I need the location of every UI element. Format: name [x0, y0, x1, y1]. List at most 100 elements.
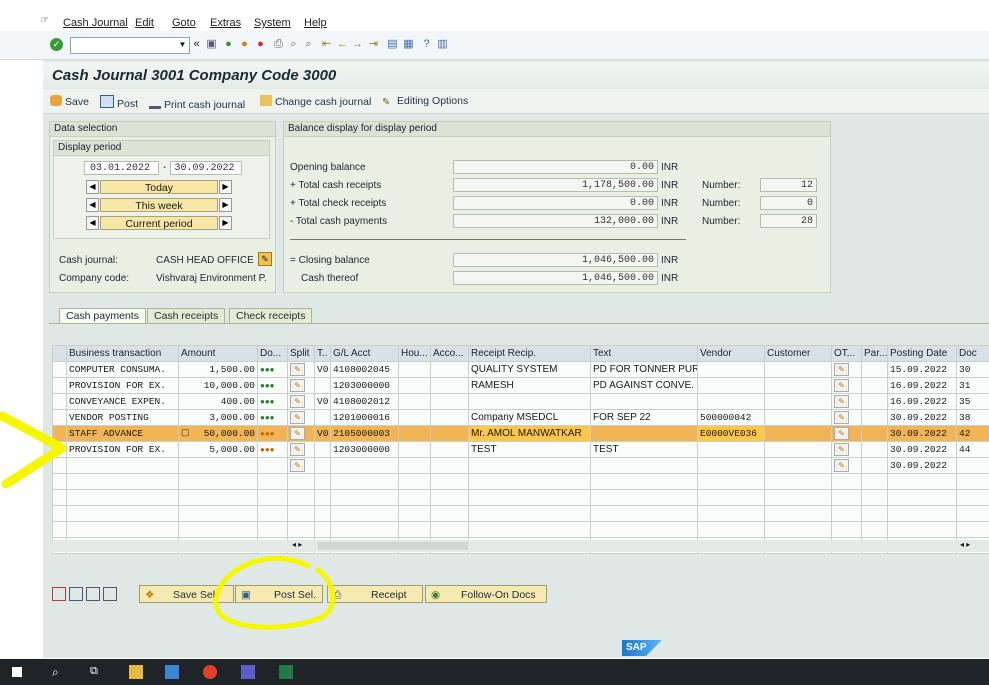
empty-cell[interactable] [52, 521, 67, 538]
delete-row-icon[interactable] [103, 587, 117, 601]
document-status-cell[interactable]: ●●● [257, 441, 288, 458]
tax-code-cell[interactable] [314, 377, 331, 394]
gl-account-cell[interactable]: 1203000000 [330, 377, 399, 394]
house-bank-cell[interactable] [398, 393, 431, 410]
split-icon[interactable]: ✎ [290, 459, 305, 472]
empty-cell[interactable] [178, 505, 258, 522]
period-from-field[interactable]: 03.01.2022 [84, 161, 159, 175]
chrome-icon[interactable] [203, 665, 217, 679]
account-cell[interactable] [430, 409, 469, 426]
text-cell[interactable]: FOR SEP 22 [590, 409, 698, 426]
exit-icon[interactable]: ● [238, 38, 251, 51]
table-row[interactable]: CONVEYANCE EXPEN. 400.00 ●●● ✎ V0 4108002012 ✎… [52, 393, 989, 410]
one-time-cell[interactable]: ✎ [831, 361, 862, 378]
empty-cell[interactable] [314, 505, 331, 522]
receipt-recipient-cell[interactable]: TEST [468, 441, 591, 458]
document-status-cell[interactable]: ●●● [257, 361, 288, 378]
col-account[interactable]: Acco... [430, 345, 469, 362]
amount-cell[interactable]: 10,000.00 [178, 377, 258, 394]
menu-extras[interactable]: Extras [210, 17, 241, 29]
empty-cell[interactable] [468, 505, 591, 522]
change-cash-journal-button[interactable]: Change cash journal [260, 95, 371, 108]
account-cell[interactable] [430, 457, 469, 474]
history-back-icon[interactable]: « [190, 38, 203, 51]
row-selector-cell[interactable] [52, 361, 67, 378]
empty-cell[interactable] [697, 489, 765, 506]
empty-cell[interactable] [430, 505, 469, 522]
gl-account-cell[interactable]: 2105000003 [330, 425, 399, 442]
text-cell[interactable]: TEST [590, 441, 698, 458]
empty-cell[interactable] [956, 505, 989, 522]
col-house-bank[interactable]: Hou... [398, 345, 431, 362]
empty-cell[interactable] [330, 521, 399, 538]
empty-cell[interactable] [66, 521, 179, 538]
empty-cell[interactable] [314, 521, 331, 538]
split-icon[interactable]: ✎ [290, 379, 305, 392]
split-cell[interactable]: ✎ [287, 361, 315, 378]
deselect-all-icon[interactable] [69, 587, 83, 601]
post-button[interactable]: Post [100, 95, 138, 110]
select-all-icon[interactable] [52, 587, 66, 601]
empty-cell[interactable] [66, 505, 179, 522]
empty-cell[interactable] [831, 489, 862, 506]
amount-cell[interactable]: 1,500.00 [178, 361, 258, 378]
amount-cell[interactable]: ▢ 50,000.00 [178, 425, 258, 442]
empty-cell[interactable] [590, 521, 698, 538]
empty-cell[interactable] [330, 489, 399, 506]
receipt-recipient-cell[interactable]: RAMESH [468, 377, 591, 394]
table-row[interactable] [52, 521, 989, 538]
partner-cell[interactable] [861, 425, 888, 442]
one-time-cell[interactable]: ✎ [831, 409, 862, 426]
amount-edit-icon[interactable]: ▢ [181, 428, 190, 438]
period-to-field[interactable]: 30.09.2022 [170, 161, 242, 175]
business-transaction-cell[interactable]: VENDOR POSTING [66, 409, 179, 426]
menu-system[interactable]: System [254, 17, 291, 29]
task-view-icon[interactable]: ⧉ [90, 665, 104, 679]
vendor-cell[interactable]: 500000042 [697, 409, 765, 426]
empty-cell[interactable] [697, 521, 765, 538]
cancel-icon[interactable]: ● [254, 38, 267, 51]
empty-cell[interactable] [590, 489, 698, 506]
one-time-icon[interactable]: ✎ [834, 395, 849, 408]
gl-account-cell[interactable]: 1201000016 [330, 409, 399, 426]
customer-cell[interactable] [764, 441, 832, 458]
gl-account-cell[interactable]: 4108002045 [330, 361, 399, 378]
posting-date-cell[interactable]: 30.09.2022 [887, 409, 957, 426]
house-bank-cell[interactable] [398, 377, 431, 394]
empty-cell[interactable] [430, 473, 469, 490]
empty-cell[interactable] [257, 521, 288, 538]
customer-cell[interactable] [764, 457, 832, 474]
col-posting-date[interactable]: Posting Date [887, 345, 957, 362]
vendor-cell[interactable] [697, 441, 765, 458]
text-cell[interactable] [590, 457, 698, 474]
col-receipt-recipient[interactable]: Receipt Recip. [468, 345, 591, 362]
table-row[interactable]: STAFF ADVANCE ▢ 50,000.00 ●●● ✎ V0 2105000003 M… [52, 425, 989, 442]
empty-cell[interactable] [956, 489, 989, 506]
week-next-arrow-icon[interactable]: ▶ [219, 198, 232, 212]
this-week-button[interactable]: This week [100, 198, 218, 212]
last-page-icon[interactable]: ⇥ [367, 38, 380, 51]
empty-cell[interactable] [590, 505, 698, 522]
gl-account-cell[interactable] [330, 457, 399, 474]
one-time-cell[interactable]: ✎ [831, 441, 862, 458]
house-bank-cell[interactable] [398, 441, 431, 458]
split-icon[interactable]: ✎ [290, 427, 305, 440]
split-cell[interactable]: ✎ [287, 377, 315, 394]
empty-cell[interactable] [887, 489, 957, 506]
split-cell[interactable]: ✎ [287, 441, 315, 458]
account-cell[interactable] [430, 393, 469, 410]
search-icon[interactable]: ⌕ [52, 665, 66, 679]
empty-cell[interactable] [178, 521, 258, 538]
one-time-icon[interactable]: ✎ [834, 379, 849, 392]
command-field[interactable] [70, 37, 190, 54]
empty-cell[interactable] [66, 489, 179, 506]
change-cash-journal-icon[interactable]: ✎ [258, 252, 272, 266]
split-icon[interactable]: ✎ [290, 395, 305, 408]
empty-cell[interactable] [398, 505, 431, 522]
receipt-recipient-cell[interactable] [468, 457, 591, 474]
editing-options-button[interactable]: ✎ Editing Options [382, 95, 468, 108]
doc-cell[interactable]: 35 [956, 393, 989, 410]
empty-cell[interactable] [287, 521, 315, 538]
empty-cell[interactable] [468, 489, 591, 506]
house-bank-cell[interactable] [398, 425, 431, 442]
